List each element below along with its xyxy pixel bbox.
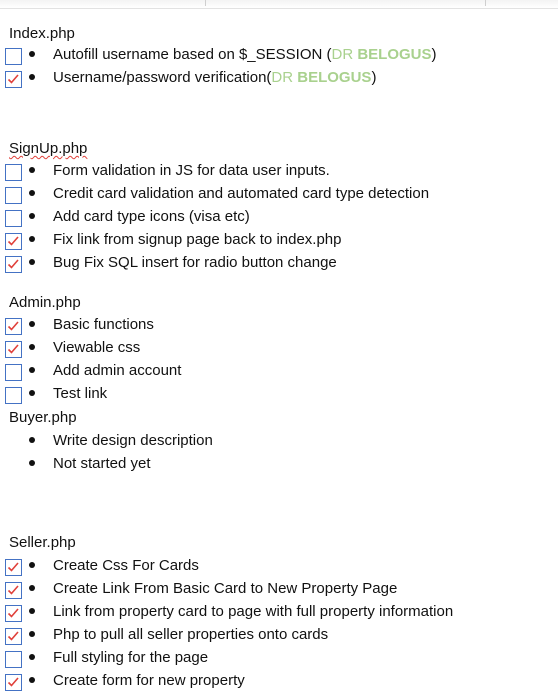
item-text: Username/password verification(DR BELOGU… [53, 69, 377, 86]
bullet-icon [29, 213, 35, 219]
checklist-item: Bug Fix SQL insert for radio button chan… [0, 254, 558, 276]
item-text: Add card type icons (visa etc) [53, 208, 250, 225]
item-text: Php to pull all seller properties onto c… [53, 626, 329, 643]
checkbox-unchecked[interactable] [5, 187, 22, 204]
checklist-item: Basic functions [0, 316, 558, 338]
item-text: Viewable css [53, 339, 141, 356]
bullet-icon [29, 460, 35, 466]
bullet-icon [29, 437, 35, 443]
checklist-item: Fix link from signup page back to index.… [0, 231, 558, 253]
checkmark-icon [7, 236, 19, 246]
checkmark-icon [7, 259, 19, 269]
checklist-item: Create Link From Basic Card to New Prope… [0, 580, 558, 602]
checklist-item: Add card type icons (visa etc) [0, 208, 558, 230]
item-text: Create Css For Cards [53, 557, 199, 574]
bullet-icon [29, 562, 35, 568]
item-text: Add admin account [53, 362, 182, 379]
section-title-buyer: Buyer.php [9, 409, 77, 426]
checklist-item: Php to pull all seller properties onto c… [0, 626, 558, 648]
checkbox-checked[interactable] [5, 318, 22, 335]
item-text: Autofill username based on $_SESSION (DR… [53, 46, 437, 63]
checkbox-unchecked[interactable] [5, 210, 22, 227]
item-text: Create form for new property [53, 672, 245, 689]
checklist-item: Autofill username based on $_SESSION (DR… [0, 46, 558, 68]
item-text: Fix link from signup page back to index.… [53, 231, 342, 248]
checkbox-checked[interactable] [5, 628, 22, 645]
window-top-edge [0, 0, 558, 9]
checkbox-unchecked[interactable] [5, 364, 22, 381]
section-title-seller: Seller.php [9, 534, 76, 551]
item-text: Form validation in JS for data user inpu… [53, 162, 330, 179]
checklist-item: Create form for new property [0, 672, 558, 694]
checkbox-unchecked[interactable] [5, 164, 22, 181]
item-text: Bug Fix SQL insert for radio button chan… [53, 254, 337, 271]
bullet-icon [29, 585, 35, 591]
bullet-icon [29, 321, 35, 327]
item-text: Not started yet [53, 455, 151, 472]
item-text: Credit card validation and automated car… [53, 185, 430, 202]
list-item: Not started yet [0, 455, 558, 477]
checkbox-checked[interactable] [5, 256, 22, 273]
item-text: Link from property card to page with ful… [53, 603, 454, 620]
checklist-item: Form validation in JS for data user inpu… [0, 162, 558, 184]
checkmark-icon [7, 677, 19, 687]
bullet-icon [29, 167, 35, 173]
bullet-icon [29, 608, 35, 614]
section-title-admin: Admin.php [9, 294, 81, 311]
checklist-item: Username/password verification(DR BELOGU… [0, 69, 558, 91]
item-text: Full styling for the page [53, 649, 209, 666]
item-text: Basic functions [53, 316, 154, 333]
checkmark-icon [7, 321, 19, 331]
bullet-icon [29, 631, 35, 637]
checkmark-icon [7, 562, 19, 572]
bullet-icon [29, 51, 35, 57]
checkmark-icon [7, 344, 19, 354]
bullet-icon [29, 367, 35, 373]
checkmark-icon [7, 585, 19, 595]
checkbox-unchecked[interactable] [5, 651, 22, 668]
checkbox-checked[interactable] [5, 71, 22, 88]
checklist-item: Add admin account [0, 362, 558, 384]
bullet-icon [29, 344, 35, 350]
checkbox-checked[interactable] [5, 341, 22, 358]
bullet-icon [29, 74, 35, 80]
section-title-index: Index.php [9, 25, 75, 42]
checkbox-checked[interactable] [5, 674, 22, 691]
checkbox-unchecked[interactable] [5, 48, 22, 65]
checkbox-checked[interactable] [5, 559, 22, 576]
item-text: Create Link From Basic Card to New Prope… [53, 580, 398, 597]
item-text: Write design description [53, 432, 213, 449]
checkbox-checked[interactable] [5, 605, 22, 622]
checklist-item: Link from property card to page with ful… [0, 603, 558, 625]
checkmark-icon [7, 74, 19, 84]
checklist-item: Credit card validation and automated car… [0, 185, 558, 207]
checkbox-checked[interactable] [5, 582, 22, 599]
checkbox-checked[interactable] [5, 233, 22, 250]
section-title-signup: SignUp.php [9, 140, 88, 157]
bullet-icon [29, 259, 35, 265]
checkbox-unchecked[interactable] [5, 387, 22, 404]
checklist-item: Create Css For Cards [0, 557, 558, 579]
list-item: Write design description [0, 432, 558, 454]
bullet-icon [29, 190, 35, 196]
checkmark-icon [7, 608, 19, 618]
bullet-icon [29, 236, 35, 242]
checklist-item: Test link [0, 385, 558, 407]
ruler-tick [205, 0, 206, 6]
item-text: Test link [53, 385, 108, 402]
bullet-icon [29, 654, 35, 660]
checklist-item: Viewable css [0, 339, 558, 361]
checkmark-icon [7, 631, 19, 641]
bullet-icon [29, 390, 35, 396]
checklist-item: Full styling for the page [0, 649, 558, 671]
ruler-tick [485, 0, 486, 6]
